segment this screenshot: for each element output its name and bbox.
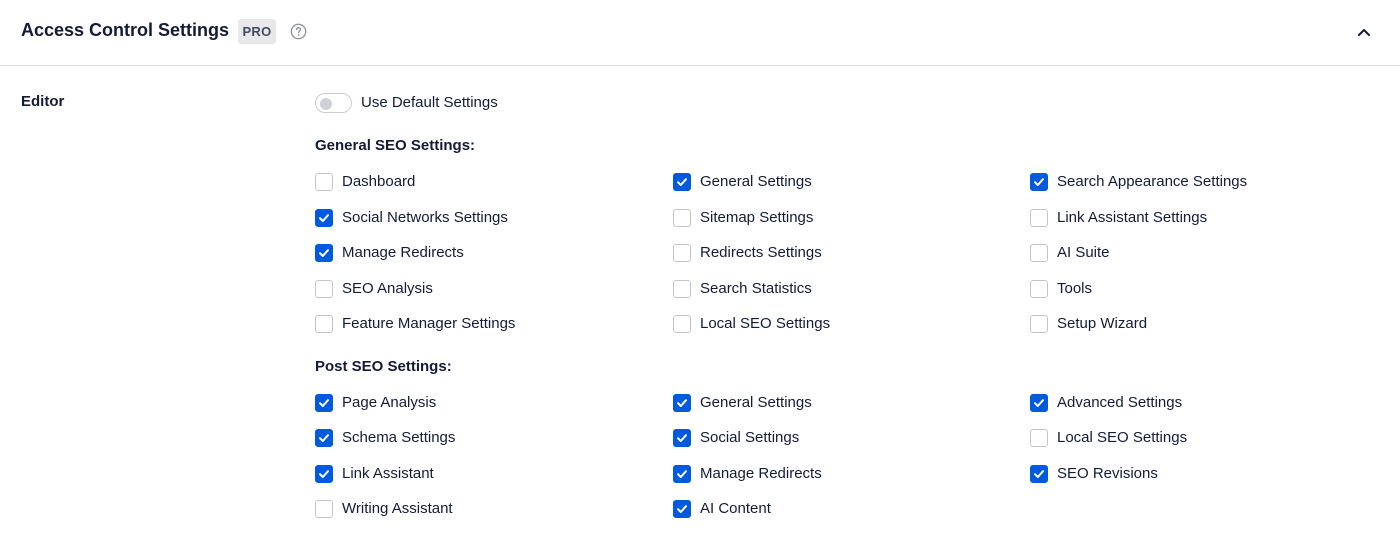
checkbox-box[interactable]	[315, 429, 333, 447]
toggle-knob	[320, 98, 332, 110]
checkbox-label: Manage Redirects	[342, 244, 464, 261]
checkbox-box[interactable]	[673, 173, 691, 191]
checkbox-box[interactable]	[315, 244, 333, 262]
checkbox-label: Feature Manager Settings	[342, 315, 516, 332]
checkbox-box[interactable]	[673, 500, 691, 518]
checkbox-label: Social Settings	[700, 429, 800, 446]
checkbox-label: General Settings	[700, 394, 812, 411]
checkbox-box[interactable]	[673, 244, 691, 262]
checkbox-label: Search Appearance Settings	[1057, 173, 1248, 190]
panel-header: Access Control Settings PRO	[0, 0, 1400, 66]
checkbox-label: Schema Settings	[342, 429, 456, 446]
checkbox-label: Writing Assistant	[342, 500, 453, 517]
general-seo-settings-title: General SEO Settings:	[315, 137, 476, 154]
checkbox-label: Social Networks Settings	[342, 209, 508, 226]
checkbox-box[interactable]	[1030, 394, 1048, 412]
checkmark-icon	[319, 214, 329, 222]
checkmark-icon	[677, 505, 687, 513]
checkbox-label: SEO Revisions	[1057, 465, 1158, 482]
checkbox-box[interactable]	[673, 209, 691, 227]
checkbox-box[interactable]	[315, 465, 333, 483]
checkbox-label: Local SEO Settings	[700, 315, 831, 332]
checkbox-box[interactable]	[315, 394, 333, 412]
checkbox-label: Manage Redirects	[700, 465, 822, 482]
checkbox-label: Tools	[1057, 280, 1093, 297]
checkmark-icon	[677, 470, 687, 478]
checkbox-box[interactable]	[1030, 315, 1048, 333]
checkbox-label: Redirects Settings	[700, 244, 822, 261]
checkmark-icon	[1034, 178, 1044, 186]
checkbox-box[interactable]	[673, 315, 691, 333]
checkmark-icon	[319, 434, 329, 442]
pro-badge: PRO	[238, 19, 276, 44]
checkmark-icon	[319, 249, 329, 257]
use-default-toggle[interactable]	[315, 93, 352, 113]
checkmark-icon	[677, 399, 687, 407]
checkmark-icon	[1034, 399, 1044, 407]
checkmark-icon	[319, 399, 329, 407]
checkbox-box[interactable]	[1030, 244, 1048, 262]
checkbox-box[interactable]	[315, 315, 333, 333]
checkmark-icon	[677, 434, 687, 442]
checkbox-box[interactable]	[1030, 209, 1048, 227]
checkbox-label: AI Suite	[1057, 244, 1110, 261]
checkbox-label: General Settings	[700, 173, 812, 190]
checkbox-label: Local SEO Settings	[1057, 429, 1188, 446]
checkbox-label: Search Statistics	[700, 280, 812, 297]
checkbox-box[interactable]	[673, 280, 691, 298]
checkmark-icon	[677, 178, 687, 186]
chevron-up-icon[interactable]	[1356, 24, 1372, 40]
post-seo-settings-title: Post SEO Settings:	[315, 358, 452, 375]
checkbox-box[interactable]	[673, 429, 691, 447]
role-label: Editor	[21, 93, 65, 110]
checkbox-label: Setup Wizard	[1057, 315, 1148, 332]
checkbox-box[interactable]	[673, 394, 691, 412]
checkbox-label: SEO Analysis	[342, 280, 433, 297]
checkbox-label: Dashboard	[342, 173, 416, 190]
checkbox-label: Link Assistant Settings	[1057, 209, 1208, 226]
checkbox-box[interactable]	[1030, 465, 1048, 483]
checkbox-box[interactable]	[315, 500, 333, 518]
checkbox-box[interactable]	[1030, 280, 1048, 298]
use-default-label: Use Default Settings	[361, 94, 498, 111]
checkbox-label: Sitemap Settings	[700, 209, 814, 226]
checkbox-box[interactable]	[315, 280, 333, 298]
checkmark-icon	[319, 470, 329, 478]
checkmark-icon	[1034, 470, 1044, 478]
checkbox-box[interactable]	[315, 173, 333, 191]
checkbox-box[interactable]	[1030, 429, 1048, 447]
question-circle-icon[interactable]	[290, 23, 307, 40]
checkbox-label: Link Assistant	[342, 465, 434, 482]
checkbox-label: Advanced Settings	[1057, 394, 1183, 411]
checkbox-box[interactable]	[1030, 173, 1048, 191]
checkbox-label: AI Content	[700, 500, 771, 517]
checkbox-label: Page Analysis	[342, 394, 437, 411]
panel-title: Access Control Settings	[21, 20, 230, 40]
checkbox-box[interactable]	[315, 209, 333, 227]
checkbox-box[interactable]	[673, 465, 691, 483]
